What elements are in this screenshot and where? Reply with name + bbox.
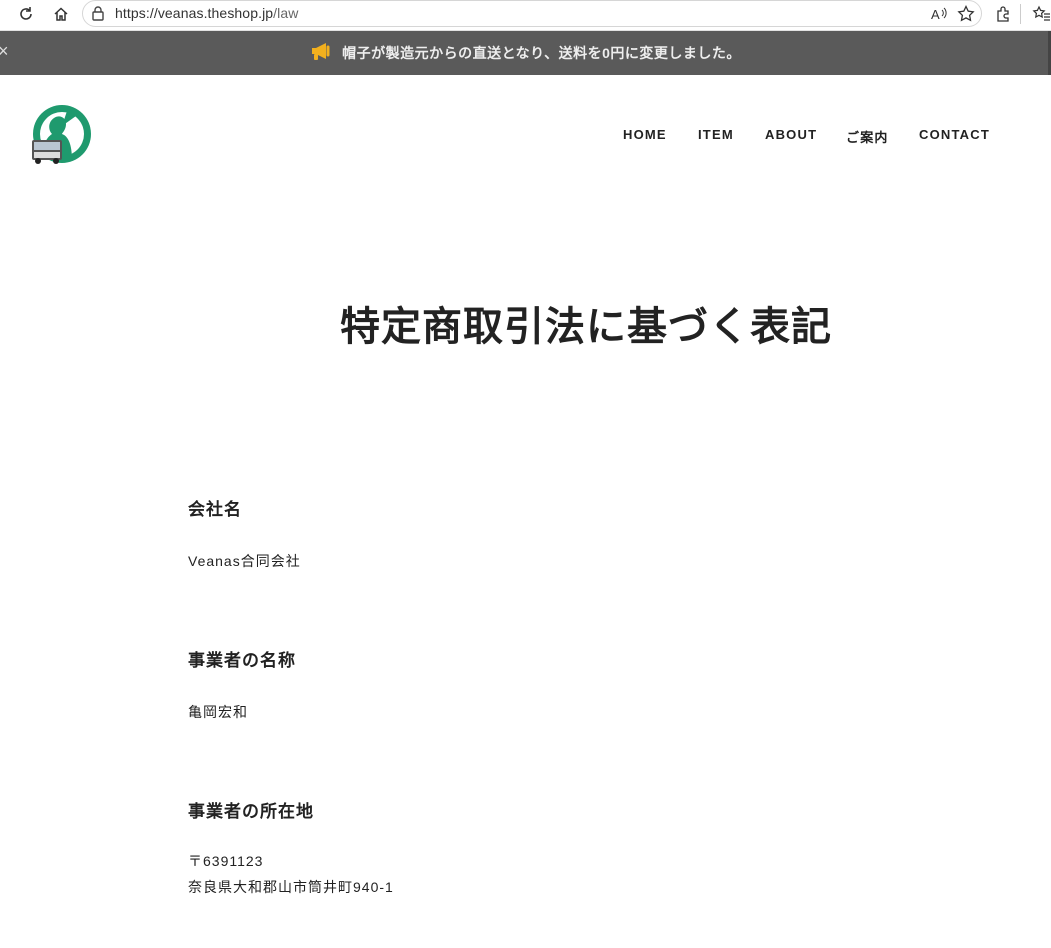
nav-about[interactable]: ABOUT (765, 127, 817, 142)
address-line: 奈良県大和郡山市筒井町940-1 (188, 879, 394, 895)
page-title: 特定商取引法に基づく表記 (340, 303, 832, 350)
section-value-address: 〒6391123 奈良県大和郡山市筒井町940-1 (188, 848, 394, 900)
announcement-message: 帽子が製造元からの直送となり、送料を0円に変更しました。 (0, 43, 1051, 66)
url-host: https://veanas.theshop.jp (115, 5, 274, 21)
company-name-line: Veanas合同会社 (188, 553, 301, 569)
svg-text:A: A (931, 7, 940, 22)
operator-name-line: 亀岡宏和 (188, 704, 248, 720)
section-value-company: Veanas合同会社 (188, 548, 301, 574)
reload-icon[interactable] (15, 3, 37, 25)
lock-icon (91, 5, 105, 26)
url-text: https://veanas.theshop.jp/law (115, 5, 298, 21)
main-nav: HOME ITEM ABOUT ご案内 CONTACT (0, 127, 1051, 147)
nav-contact[interactable]: CONTACT (919, 127, 990, 142)
postal-code-line: 〒6391123 (188, 853, 264, 869)
extensions-icon[interactable] (993, 3, 1015, 25)
section-heading-company: 会社名 (188, 500, 242, 520)
toolbar-divider (1020, 4, 1021, 24)
nav-guide[interactable]: ご案内 (846, 127, 889, 146)
address-bar[interactable]: https://veanas.theshop.jp/law (82, 0, 982, 27)
section-heading-address: 事業者の所在地 (188, 802, 314, 822)
favorite-star-icon[interactable] (955, 3, 977, 25)
browser-toolbar: https://veanas.theshop.jp/law A (0, 0, 1051, 31)
read-aloud-icon[interactable]: A (928, 3, 950, 25)
url-path: /law (273, 5, 299, 21)
favorites-icon[interactable] (1030, 3, 1051, 25)
megaphone-icon (310, 41, 334, 64)
announcement-bar: × 帽子が製造元からの直送となり、送料を0円に変更しました。 (0, 31, 1051, 75)
section-heading-operator: 事業者の名称 (188, 651, 296, 671)
nav-home[interactable]: HOME (623, 127, 667, 142)
announcement-text: 帽子が製造元からの直送となり、送料を0円に変更しました。 (342, 45, 741, 62)
nav-item[interactable]: ITEM (698, 127, 734, 142)
home-icon[interactable] (50, 3, 72, 25)
section-value-operator: 亀岡宏和 (188, 699, 248, 725)
